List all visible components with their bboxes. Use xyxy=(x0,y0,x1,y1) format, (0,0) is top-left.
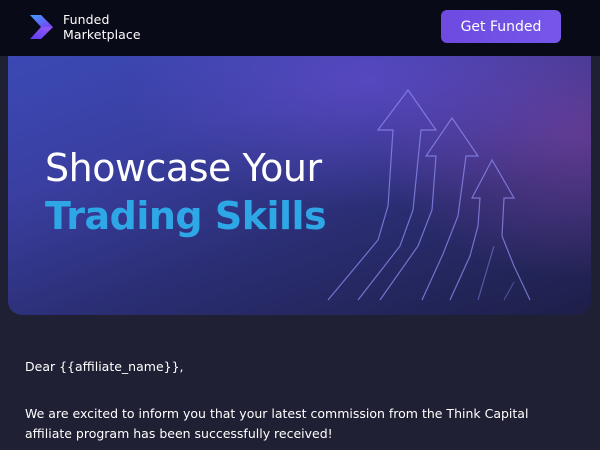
hero-banner: Showcase Your Trading Skills xyxy=(8,56,591,315)
message-text: We are excited to inform you that your l… xyxy=(25,406,529,441)
get-funded-button[interactable]: Get Funded xyxy=(441,10,561,43)
brand-name: Funded Marketplace xyxy=(63,12,141,42)
hero-title-line1: Showcase Your xyxy=(45,146,322,190)
hero-title-line2: Trading Skills xyxy=(45,194,327,238)
hero-title: Showcase Your Trading Skills xyxy=(45,144,327,240)
brand-line1: Funded xyxy=(63,12,110,27)
brand-line2: Marketplace xyxy=(63,27,141,42)
email-page: Funded Marketplace Get Funded Showcase Y… xyxy=(0,0,600,450)
header-bar: Funded Marketplace Get Funded xyxy=(0,0,600,56)
logo-chevron-icon xyxy=(30,15,53,39)
growth-arrows-graphic xyxy=(327,88,531,301)
brand-logo[interactable]: Funded Marketplace xyxy=(27,12,141,42)
greeting-text: Dear {{affiliate_name}}, xyxy=(25,359,184,374)
